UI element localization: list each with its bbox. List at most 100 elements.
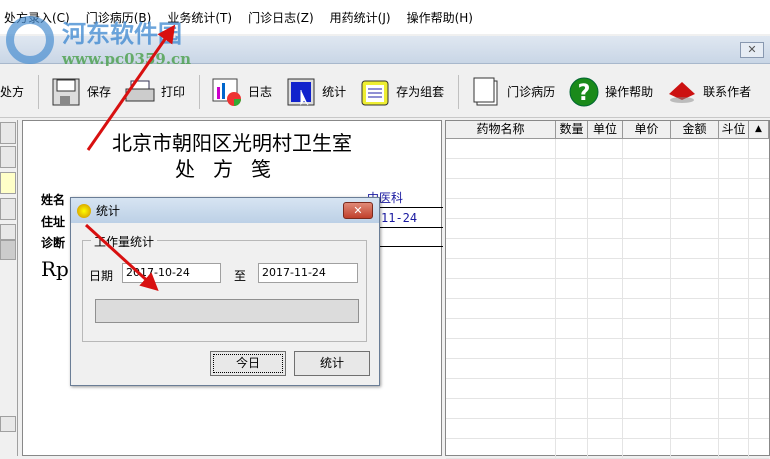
table-cell[interactable] (588, 199, 623, 218)
table-row[interactable] (446, 399, 769, 419)
table-row[interactable] (446, 339, 769, 359)
table-cell[interactable] (588, 139, 623, 158)
table-cell[interactable] (719, 159, 749, 178)
table-cell[interactable] (671, 179, 719, 198)
scroll-up-button[interactable] (0, 224, 16, 240)
table-cell[interactable] (556, 219, 588, 238)
table-cell[interactable] (588, 219, 623, 238)
table-cell[interactable] (719, 139, 749, 158)
table-cell[interactable] (556, 379, 588, 398)
table-cell[interactable] (719, 219, 749, 238)
table-cell[interactable] (671, 439, 719, 458)
table-cell[interactable] (623, 299, 671, 318)
table-cell[interactable] (446, 339, 556, 358)
prescription-button[interactable]: 处方 (0, 83, 24, 100)
table-cell[interactable] (719, 319, 749, 338)
table-cell[interactable] (623, 359, 671, 378)
table-cell[interactable] (556, 419, 588, 438)
table-cell[interactable] (719, 279, 749, 298)
table-cell[interactable] (446, 399, 556, 418)
table-row[interactable] (446, 179, 769, 199)
table-cell[interactable] (446, 439, 556, 458)
table-row[interactable] (446, 319, 769, 339)
table-cell[interactable] (623, 239, 671, 258)
table-cell[interactable] (588, 399, 623, 418)
table-cell[interactable] (556, 359, 588, 378)
table-cell[interactable] (623, 199, 671, 218)
table-cell[interactable] (588, 299, 623, 318)
table-cell[interactable] (623, 319, 671, 338)
table-cell[interactable] (719, 379, 749, 398)
table-cell[interactable] (671, 199, 719, 218)
table-row[interactable] (446, 199, 769, 219)
side-button[interactable] (0, 122, 16, 144)
col-drug-name[interactable]: 药物名称 (446, 121, 556, 138)
table-cell[interactable] (588, 159, 623, 178)
table-cell[interactable] (446, 279, 556, 298)
table-cell[interactable] (623, 259, 671, 278)
table-cell[interactable] (623, 419, 671, 438)
table-cell[interactable] (446, 179, 556, 198)
table-cell[interactable] (556, 139, 588, 158)
side-field[interactable] (0, 172, 16, 194)
table-cell[interactable] (623, 339, 671, 358)
table-cell[interactable] (623, 379, 671, 398)
table-cell[interactable] (446, 319, 556, 338)
table-cell[interactable] (719, 239, 749, 258)
table-cell[interactable] (623, 219, 671, 238)
to-date-input[interactable]: 2017-11-24 (258, 263, 358, 283)
col-quantity[interactable]: 数量 (556, 121, 588, 138)
table-row[interactable] (446, 419, 769, 439)
scrollbar-thumb[interactable] (0, 240, 16, 260)
table-row[interactable] (446, 299, 769, 319)
menu-statistics[interactable]: 业务统计(T) (167, 9, 232, 26)
table-cell[interactable] (671, 159, 719, 178)
table-row[interactable] (446, 439, 769, 459)
help-button[interactable]: ? 操作帮助 (569, 77, 653, 107)
side-button[interactable] (0, 198, 16, 220)
table-cell[interactable] (671, 339, 719, 358)
col-amount[interactable]: 金额 (671, 121, 719, 138)
today-button[interactable]: 今日 (210, 351, 286, 376)
save-button[interactable]: 保存 (51, 77, 111, 107)
scroll-down-button[interactable] (0, 416, 16, 432)
table-cell[interactable] (623, 399, 671, 418)
table-cell[interactable] (556, 299, 588, 318)
table-cell[interactable] (556, 199, 588, 218)
table-cell[interactable] (719, 259, 749, 278)
table-cell[interactable] (623, 139, 671, 158)
table-cell[interactable] (446, 199, 556, 218)
scroll-up-button[interactable]: ▲ (749, 121, 769, 138)
table-cell[interactable] (446, 299, 556, 318)
col-unit[interactable]: 单位 (588, 121, 623, 138)
menu-help[interactable]: 操作帮助(H) (407, 9, 473, 26)
close-button[interactable]: ✕ (740, 42, 764, 58)
table-cell[interactable] (671, 259, 719, 278)
table-cell[interactable] (671, 299, 719, 318)
col-price[interactable]: 单价 (623, 121, 671, 138)
table-row[interactable] (446, 379, 769, 399)
table-row[interactable] (446, 239, 769, 259)
table-cell[interactable] (719, 339, 749, 358)
table-cell[interactable] (588, 379, 623, 398)
save-as-set-button[interactable]: 存为组套 (360, 77, 444, 107)
table-cell[interactable] (671, 399, 719, 418)
table-cell[interactable] (588, 319, 623, 338)
table-cell[interactable] (556, 399, 588, 418)
table-cell[interactable] (446, 379, 556, 398)
table-cell[interactable] (588, 339, 623, 358)
table-cell[interactable] (671, 279, 719, 298)
table-cell[interactable] (588, 359, 623, 378)
table-cell[interactable] (446, 239, 556, 258)
table-cell[interactable] (556, 319, 588, 338)
table-cell[interactable] (556, 279, 588, 298)
table-cell[interactable] (556, 259, 588, 278)
table-cell[interactable] (623, 159, 671, 178)
table-cell[interactable] (446, 259, 556, 278)
table-cell[interactable] (588, 239, 623, 258)
table-cell[interactable] (556, 239, 588, 258)
table-cell[interactable] (671, 239, 719, 258)
table-row[interactable] (446, 259, 769, 279)
table-cell[interactable] (719, 399, 749, 418)
table-cell[interactable] (588, 279, 623, 298)
